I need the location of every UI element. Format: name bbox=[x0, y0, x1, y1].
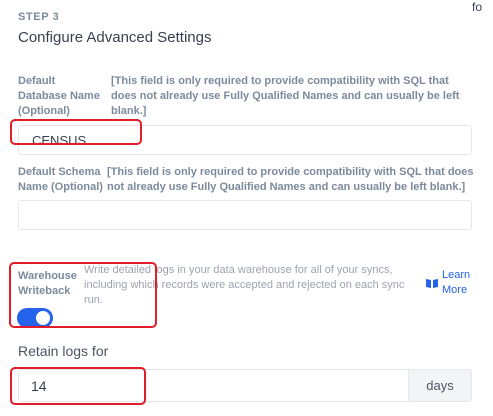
step-label: STEP 3 bbox=[18, 11, 60, 23]
schema-name-label: Default Schema Name (Optional) bbox=[18, 166, 103, 193]
learn-more-link[interactable]: Learn More bbox=[426, 268, 474, 298]
page-title: Configure Advanced Settings bbox=[18, 29, 212, 46]
scroll-thumb[interactable] bbox=[487, 60, 492, 400]
database-name-help: [This field is only required to provide … bbox=[111, 75, 460, 117]
warehouse-writeback-toggle[interactable] bbox=[17, 308, 53, 328]
database-name-label: Default Database Name (Optional) bbox=[18, 75, 100, 117]
warehouse-writeback-label: Warehouse Writeback bbox=[18, 270, 77, 297]
learn-more-text[interactable]: Learn More bbox=[442, 268, 474, 298]
toggle-knob bbox=[36, 311, 50, 325]
schema-name-help: [This field is only required to provide … bbox=[107, 166, 474, 193]
schema-name-input[interactable] bbox=[18, 200, 472, 230]
database-name-input[interactable] bbox=[18, 125, 472, 155]
scrollbar[interactable] bbox=[486, 0, 493, 416]
book-icon bbox=[426, 279, 438, 288]
retain-logs-label: Retain logs for bbox=[18, 343, 109, 359]
warehouse-writeback-help: Write detailed logs in your data warehou… bbox=[84, 264, 405, 306]
retain-logs-input[interactable] bbox=[18, 369, 409, 402]
days-unit-addon: days bbox=[408, 369, 472, 402]
